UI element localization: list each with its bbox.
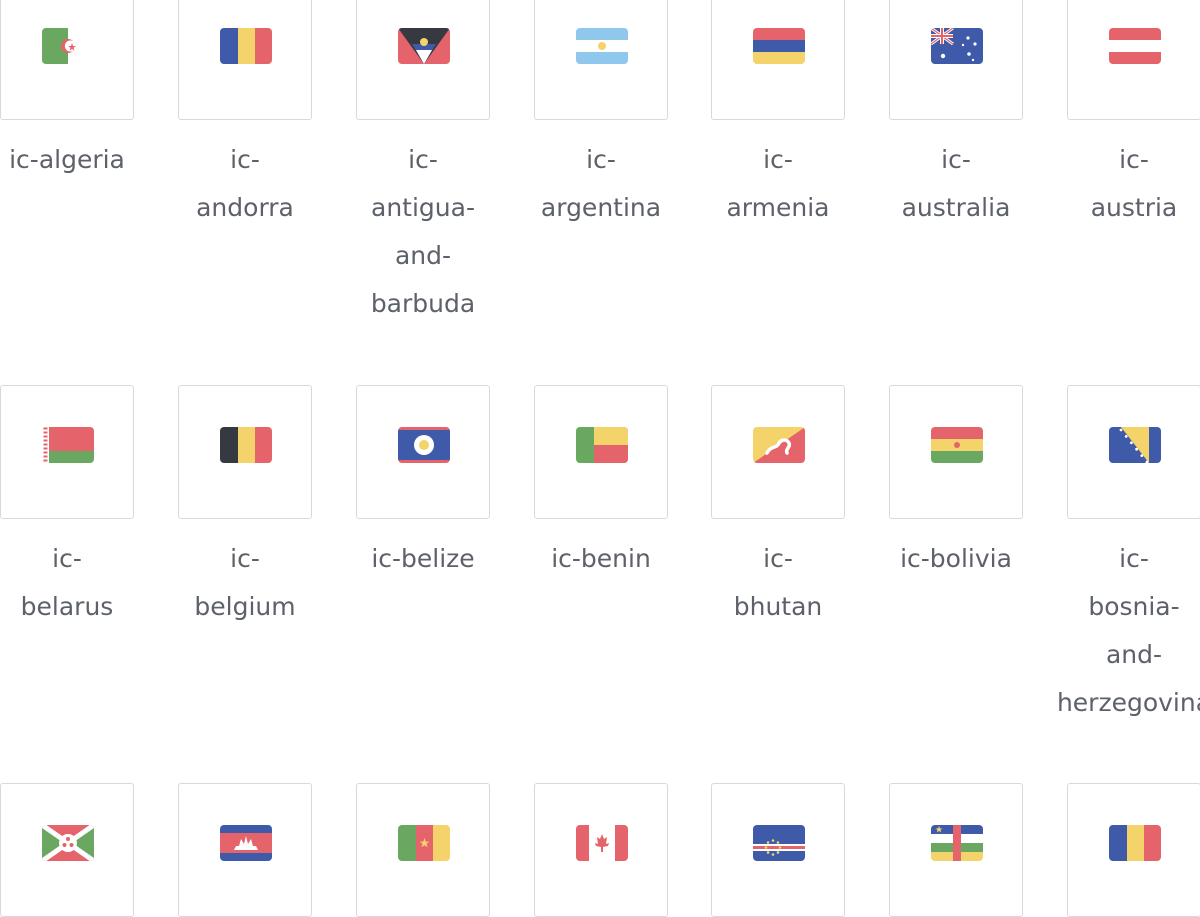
icon-label-line: ic-: [763, 145, 793, 174]
icon-label: ic-armenia: [688, 136, 868, 232]
icon-label: ic-algeria: [0, 136, 157, 184]
belize-flag-icon: [398, 427, 450, 463]
icon-label: ic-bosnia-and-herzegovina: [1044, 535, 1200, 727]
icon-label: ic-bolivia: [866, 535, 1046, 583]
algeria-flag-icon: [42, 28, 94, 64]
icon-tile-cambodia[interactable]: [178, 783, 312, 917]
icon-label-line: ic-: [763, 544, 793, 573]
icon-label-line: ic-benin: [551, 544, 651, 573]
icon-label-line: austria: [1090, 193, 1178, 222]
icon-label: ic-belarus: [0, 535, 157, 631]
icon-grid: ic-algeria ic-andorra ic-antigua-and-barbu…: [0, 0, 1200, 917]
icon-tile-central-african-republic[interactable]: [889, 783, 1023, 917]
icon-label-line: ic-: [230, 544, 260, 573]
icon-label-line: armenia: [726, 193, 830, 222]
icon-tile-burundi[interactable]: [0, 783, 134, 917]
burundi-flag-icon: [42, 825, 94, 861]
belgium-flag-icon: [220, 427, 272, 463]
icon-tile-belize[interactable]: [356, 385, 490, 519]
central-african-republic-flag-icon: [931, 825, 983, 861]
icon-tile-bhutan[interactable]: [711, 385, 845, 519]
icon-tile-canada[interactable]: [534, 783, 668, 917]
icon-label-line: australia: [901, 193, 1011, 222]
icon-label-line: ic-algeria: [9, 145, 125, 174]
benin-flag-icon: [576, 427, 628, 463]
icon-label-line: ic-: [52, 544, 82, 573]
icon-label-line: belarus: [20, 592, 114, 621]
cameroon-flag-icon: [398, 825, 450, 861]
icon-tile-cameroon[interactable]: [356, 783, 490, 917]
icon-tile-belgium[interactable]: [178, 385, 312, 519]
icon-label-line: ic-: [230, 145, 260, 174]
bolivia-flag-icon: [931, 427, 983, 463]
icon-tile-austria[interactable]: [1067, 0, 1200, 120]
icon-label-line: ic-: [586, 145, 616, 174]
icon-label-line: bosnia-: [1088, 592, 1180, 621]
austria-flag-icon: [1109, 28, 1161, 64]
icon-tile-bosnia-and-herzegovina[interactable]: [1067, 385, 1200, 519]
icon-label: ic-belgium: [155, 535, 335, 631]
bosnia-and-herzegovina-flag-icon: [1109, 427, 1161, 463]
icon-tile-bolivia[interactable]: [889, 385, 1023, 519]
icon-tile-chad[interactable]: [1067, 783, 1200, 917]
icon-label: ic-andorra: [155, 136, 335, 232]
icon-tile-armenia[interactable]: [711, 0, 845, 120]
icon-label-line: barbuda: [370, 289, 476, 318]
icon-label: ic-benin: [511, 535, 691, 583]
icon-tile-andorra[interactable]: [178, 0, 312, 120]
icon-label: ic-argentina: [511, 136, 691, 232]
australia-flag-icon: [931, 28, 983, 64]
icon-label: ic-austria: [1044, 136, 1200, 232]
icon-label-line: ic-: [1119, 145, 1149, 174]
belarus-flag-icon: [42, 427, 94, 463]
icon-tile-benin[interactable]: [534, 385, 668, 519]
cape-verde-flag-icon: [753, 825, 805, 861]
argentina-flag-icon: [576, 28, 628, 64]
armenia-flag-icon: [753, 28, 805, 64]
icon-label: ic-antigua-and-barbuda: [333, 136, 513, 328]
bhutan-flag-icon: [753, 427, 805, 463]
icon-label-line: argentina: [540, 193, 662, 222]
chad-flag-icon: [1109, 825, 1161, 861]
icon-tile-argentina[interactable]: [534, 0, 668, 120]
icon-tile-antigua-and-barbuda[interactable]: [356, 0, 490, 120]
icon-label-line: ic-: [1119, 544, 1149, 573]
antigua-and-barbuda-flag-icon: [398, 28, 450, 64]
icon-tile-algeria[interactable]: [0, 0, 134, 120]
icon-label-line: and-: [394, 241, 452, 270]
icon-label-line: andorra: [196, 193, 294, 222]
icon-tile-cape-verde[interactable]: [711, 783, 845, 917]
canada-flag-icon: [576, 825, 628, 861]
cambodia-flag-icon: [220, 825, 272, 861]
icon-label-line: ic-bolivia: [900, 544, 1012, 573]
icon-label: ic-australia: [866, 136, 1046, 232]
icon-label-line: and-: [1105, 640, 1163, 669]
icon-tile-australia[interactable]: [889, 0, 1023, 120]
icon-label-line: ic-: [941, 145, 971, 174]
icon-label-line: ic-: [408, 145, 438, 174]
icon-label-line: ic-belize: [371, 544, 475, 573]
icon-label: ic-belize: [333, 535, 513, 583]
icon-label-line: belgium: [194, 592, 296, 621]
icon-label-line: herzegovina: [1056, 688, 1200, 717]
icon-label: ic-bhutan: [688, 535, 868, 631]
andorra-flag-icon: [220, 28, 272, 64]
icon-label-line: bhutan: [733, 592, 823, 621]
icon-label-line: antigua-: [371, 193, 475, 222]
icon-tile-belarus[interactable]: [0, 385, 134, 519]
